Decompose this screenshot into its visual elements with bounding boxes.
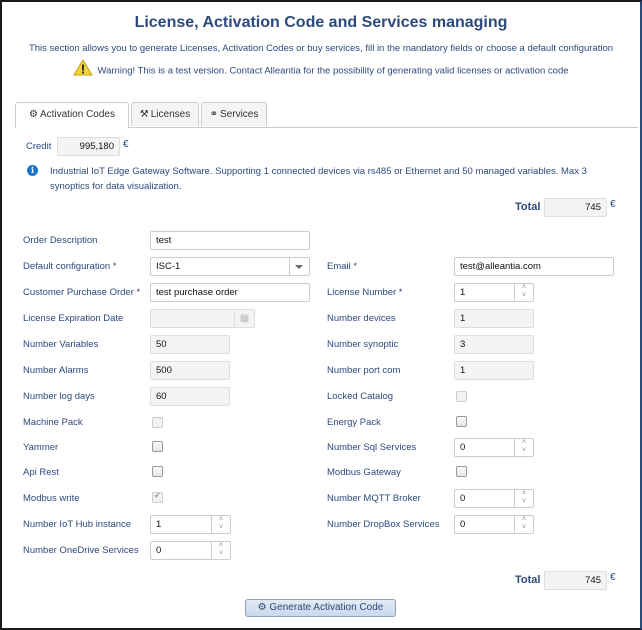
credit-field: 995,180 xyxy=(57,137,120,156)
spinner-arrows-icon[interactable]: ˄ ˅ xyxy=(514,516,533,533)
number-synoptic-input: 3 xyxy=(454,335,534,354)
dropbox-label: Number DropBox Services xyxy=(327,519,440,530)
yammer-checkbox[interactable] xyxy=(152,441,163,452)
total-field: 745 xyxy=(544,571,607,590)
license-number-label: License Number * xyxy=(327,287,403,298)
total-currency: € xyxy=(610,199,616,210)
generate-button-label: Generate Activation Code xyxy=(269,602,384,613)
tab-bar: ⚙ Activation Codes ⚒ Licenses ⚭ Services xyxy=(15,102,638,128)
info-icon: i xyxy=(27,165,38,176)
chevron-down-icon[interactable] xyxy=(289,258,309,275)
order-description-input[interactable]: test xyxy=(150,231,310,250)
number-devices-label: Number devices xyxy=(327,313,396,324)
machine-pack-checkbox xyxy=(152,417,163,428)
onedrive-stepper[interactable]: 0 ˄ ˅ xyxy=(150,541,231,560)
customer-po-input[interactable]: test purchase order xyxy=(150,283,310,302)
warning-text: Warning! This is a test version. Contact… xyxy=(97,65,569,77)
tab-label: Licenses xyxy=(150,109,191,120)
page-title: License, Activation Code and Services ma… xyxy=(134,14,508,31)
dropbox-stepper[interactable]: 0 ˄ ˅ xyxy=(454,515,534,534)
customer-po-label: Customer Purchase Order * xyxy=(23,287,141,298)
email-input[interactable]: test@alleantia.com xyxy=(454,257,614,276)
mqtt-broker-label: Number MQTT Broker xyxy=(327,493,421,504)
gavel-icon: ⚒ xyxy=(139,109,149,120)
number-alarms-input: 500 xyxy=(150,361,230,380)
number-variables-label: Number Variables xyxy=(23,339,99,350)
cogs-icon: ⚙ xyxy=(257,602,267,613)
locked-catalog-label: Locked Catalog xyxy=(327,391,394,402)
default-configuration-label: Default configuration * xyxy=(23,261,117,272)
number-port-com-label: Number port com xyxy=(327,365,401,376)
api-rest-label: Api Rest xyxy=(23,467,59,478)
mqtt-broker-stepper[interactable]: 0 ˄ ˅ xyxy=(454,489,534,508)
sql-services-stepper[interactable]: 0 ˄ ˅ xyxy=(454,438,534,457)
modbus-gateway-checkbox[interactable] xyxy=(456,466,467,477)
window-frame: License, Activation Code and Services ma… xyxy=(0,0,642,630)
spinner-arrows-icon[interactable]: ˄ ˅ xyxy=(211,542,230,559)
sql-services-value: 0 xyxy=(460,442,466,453)
spinner-arrows-icon[interactable]: ˄ ˅ xyxy=(211,516,230,533)
modbus-write-label: Modbus write xyxy=(23,493,80,504)
sql-services-label: Number Sql Services xyxy=(327,442,417,453)
license-number-value: 1 xyxy=(460,287,466,298)
warning-message: Warning! This is a test version. Contact… xyxy=(2,59,640,81)
license-expiration-input: ▦ xyxy=(150,309,255,328)
iot-hub-label: Number IoT Hub instance xyxy=(23,519,132,530)
tab-services[interactable]: ⚭ Services xyxy=(201,102,267,126)
link-icon: ⚭ xyxy=(209,109,219,120)
onedrive-label: Number OneDrive Services xyxy=(23,545,139,556)
iot-hub-value: 1 xyxy=(156,519,162,530)
page-subtitle: This section allows you to generate Lice… xyxy=(28,43,614,54)
default-configuration-select[interactable]: ISC-1 xyxy=(150,257,310,276)
modbus-write-checkbox: ✔ xyxy=(152,491,163,503)
spinner-arrows-icon[interactable]: ˄ ˅ xyxy=(514,490,533,507)
number-log-days-label: Number log days xyxy=(23,391,95,402)
energy-pack-label: Energy Pack xyxy=(327,417,381,428)
cogs-icon: ⚙ xyxy=(28,109,38,120)
number-variables-input: 50 xyxy=(150,335,230,354)
checkmark-icon: ✔ xyxy=(154,491,161,500)
total-label: Total xyxy=(515,574,541,586)
total-label: Total xyxy=(515,201,541,213)
email-label: Email * xyxy=(327,261,358,272)
dropbox-value: 0 xyxy=(460,519,466,530)
yammer-label: Yammer xyxy=(23,442,59,453)
tab-label: Activation Codes xyxy=(39,109,115,120)
configuration-info: Industrial IoT Edge Gateway Software. Su… xyxy=(50,166,587,192)
calendar-icon: ▦ xyxy=(234,310,254,327)
api-rest-checkbox[interactable] xyxy=(152,466,163,477)
tab-activation-codes[interactable]: ⚙ Activation Codes xyxy=(15,102,129,128)
total-currency: € xyxy=(610,572,616,583)
modbus-gateway-label: Modbus Gateway xyxy=(327,467,401,478)
tab-licenses[interactable]: ⚒ Licenses xyxy=(131,102,199,126)
spinner-arrows-icon[interactable]: ˄ ˅ xyxy=(514,439,533,456)
number-log-days-input: 60 xyxy=(150,387,230,406)
total-field: 745 xyxy=(544,198,607,217)
energy-pack-checkbox[interactable] xyxy=(456,416,467,427)
number-devices-input: 1 xyxy=(454,309,534,328)
tab-label: Services xyxy=(220,109,259,120)
onedrive-value: 0 xyxy=(156,545,162,556)
spinner-arrows-icon[interactable]: ˄ ˅ xyxy=(514,284,533,301)
mqtt-broker-value: 0 xyxy=(460,493,466,504)
locked-catalog-checkbox xyxy=(456,391,467,402)
machine-pack-label: Machine Pack xyxy=(23,417,83,428)
number-alarms-label: Number Alarms xyxy=(23,365,89,376)
license-number-stepper[interactable]: 1 ˄ ˅ xyxy=(454,283,534,302)
credit-label: Credit xyxy=(26,141,52,152)
order-description-label: Order Description xyxy=(23,235,98,246)
credit-currency: € xyxy=(123,139,129,150)
license-expiration-label: License Expiration Date xyxy=(23,313,124,324)
iot-hub-stepper[interactable]: 1 ˄ ˅ xyxy=(150,515,231,534)
number-port-com-input: 1 xyxy=(454,361,534,380)
generate-activation-code-button[interactable]: ⚙ Generate Activation Code xyxy=(245,599,396,617)
warning-icon xyxy=(73,59,94,79)
number-synoptic-label: Number synoptic xyxy=(327,339,399,350)
default-configuration-value: ISC-1 xyxy=(156,261,181,272)
